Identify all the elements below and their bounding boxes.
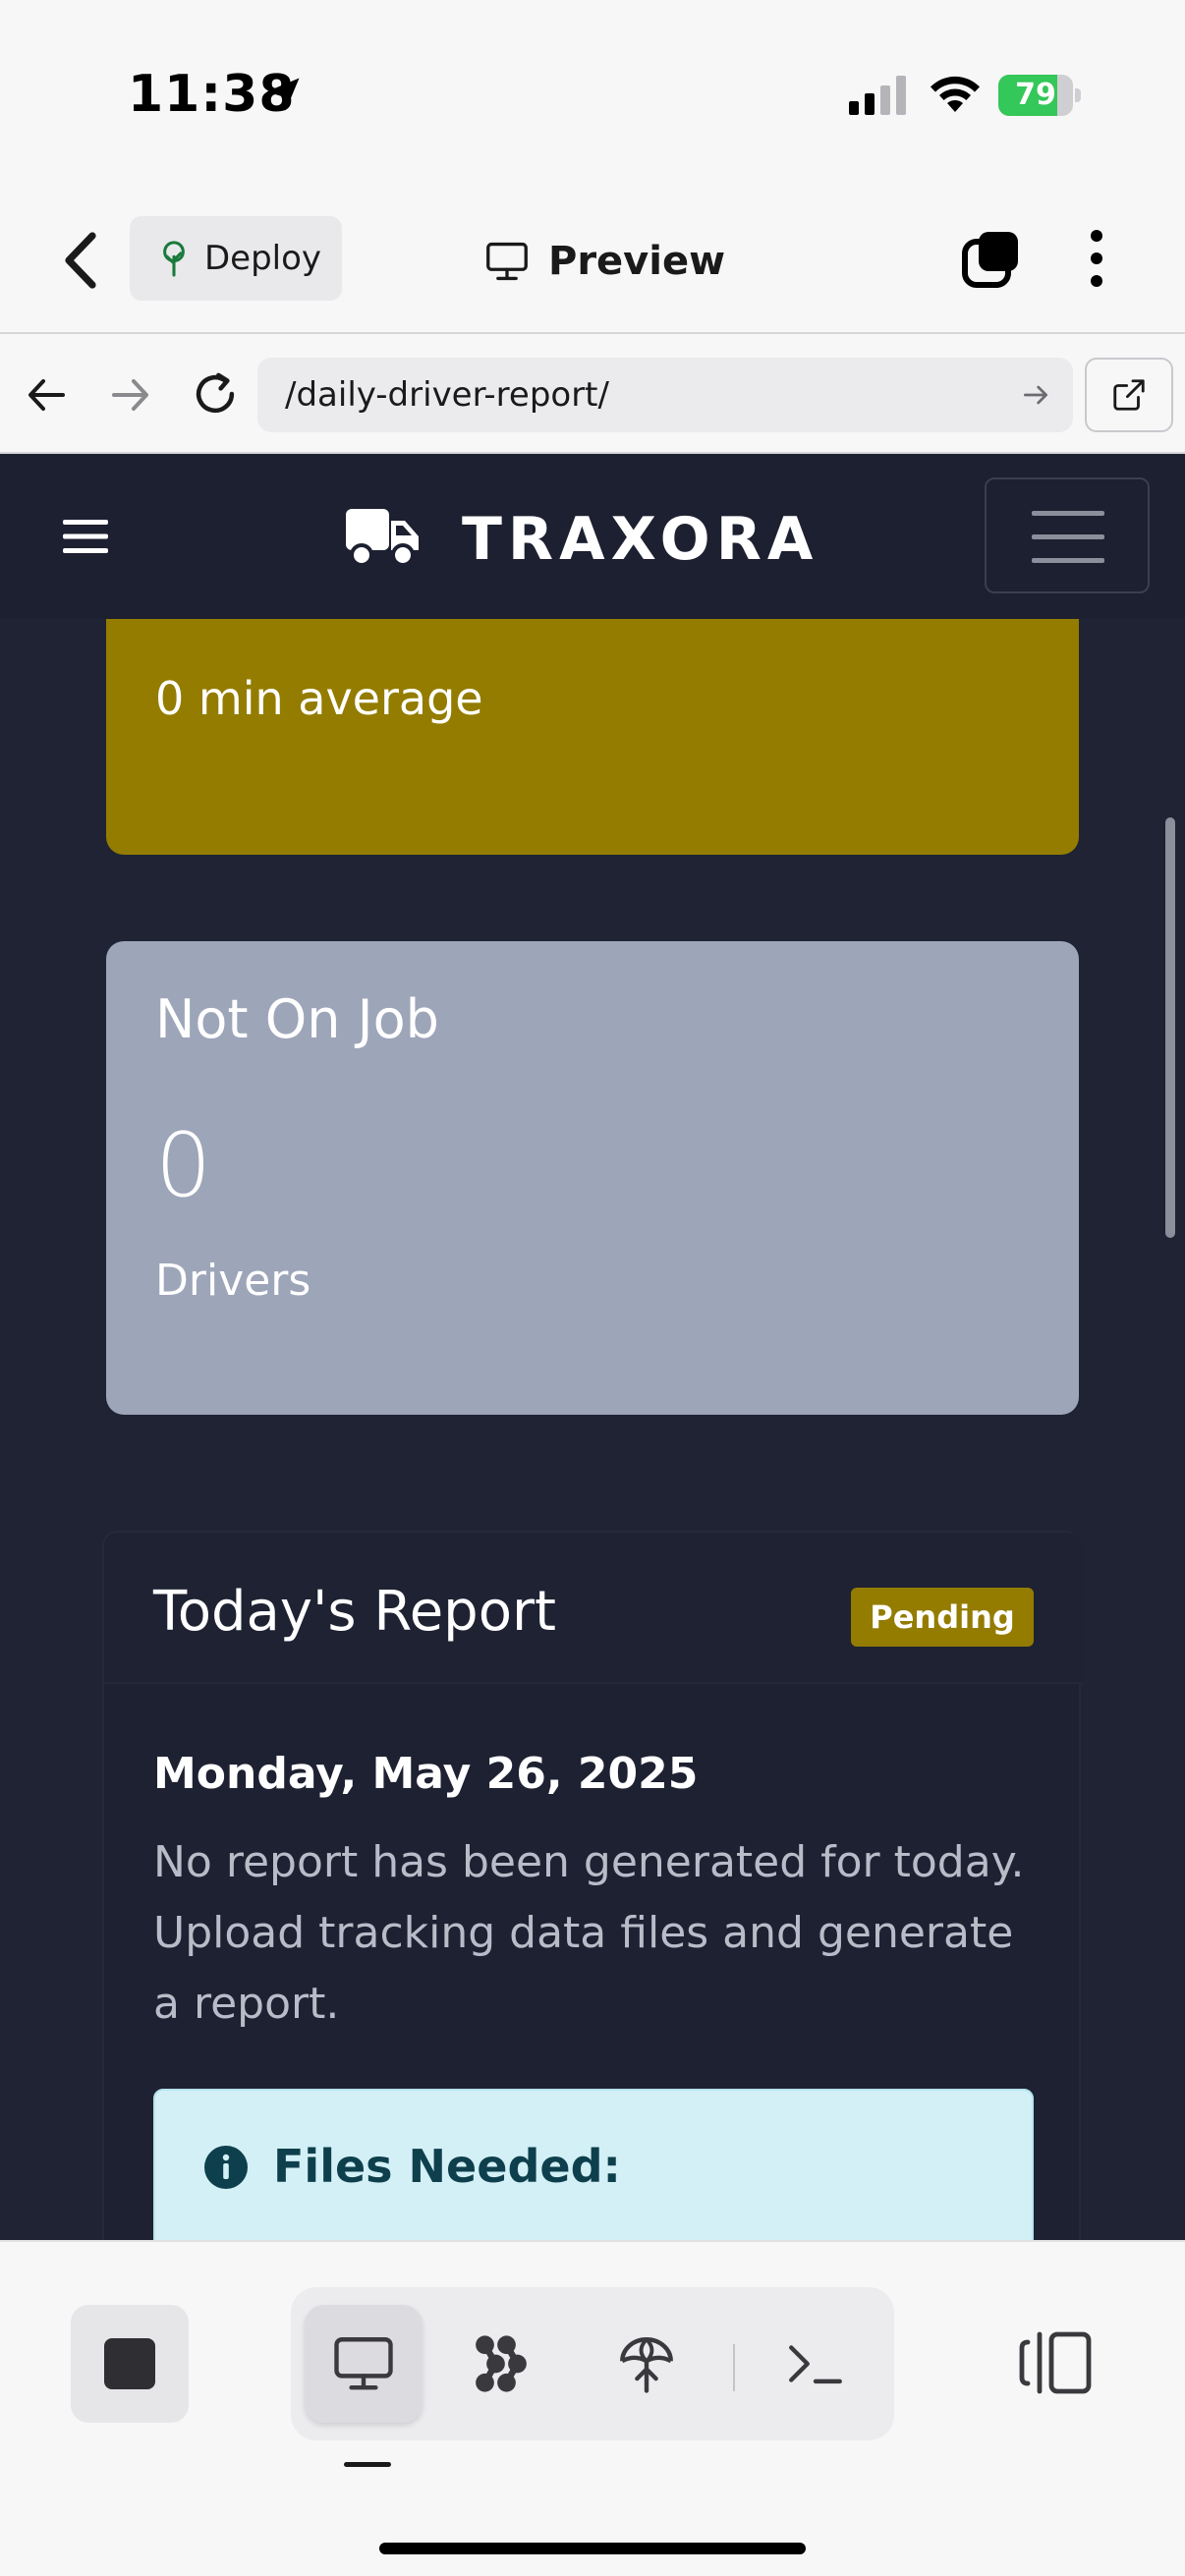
stat-subtitle: 0 min average <box>155 672 483 725</box>
site-navbar: TRAXORA <box>0 454 1185 619</box>
tabs-icon[interactable] <box>959 228 1022 291</box>
report-message: No report has been generated for today. … <box>153 1837 1025 2029</box>
external-link-icon <box>1113 379 1145 411</box>
stat-subtitle: Drivers <box>155 1256 311 1306</box>
app-bar: Deploy Preview <box>0 187 1185 334</box>
alert-title: Files Needed: <box>273 2140 621 2193</box>
stop-icon <box>104 2338 155 2389</box>
preview-title[interactable]: Preview <box>485 232 725 291</box>
url-text: /daily-driver-report/ <box>285 375 609 415</box>
more-vertical-icon[interactable] <box>1081 226 1112 291</box>
url-bar: /daily-driver-report/ <box>0 336 1185 454</box>
tree-icon <box>163 241 185 277</box>
stat-title: Not On Job <box>155 988 439 1050</box>
home-indicator <box>379 2543 806 2554</box>
arrow-right-icon[interactable] <box>106 371 153 419</box>
divider <box>733 2344 735 2391</box>
wifi-icon <box>931 76 980 112</box>
open-external-button[interactable] <box>1085 358 1173 432</box>
preview-label: Preview <box>548 239 726 284</box>
files-needed-alert: Files Needed: <box>153 2089 1034 2240</box>
report-date: Monday, May 26, 2025 <box>153 1749 699 1799</box>
url-input[interactable]: /daily-driver-report/ <box>257 358 1073 432</box>
reload-icon[interactable] <box>189 367 242 420</box>
shell-tab[interactable] <box>757 2305 875 2423</box>
truck-icon <box>346 509 419 567</box>
monitor-icon <box>334 2337 393 2390</box>
info-circle-icon <box>204 2146 248 2189</box>
deploy-icon <box>620 2337 673 2393</box>
stop-button[interactable] <box>71 2305 189 2423</box>
view-switcher <box>291 2287 894 2440</box>
todays-report-card: Today's Report Pending Monday, May 26, 2… <box>102 1531 1083 2240</box>
hamburger-icon[interactable] <box>63 517 108 556</box>
battery-percent: 79 <box>1015 78 1056 112</box>
cellular-signal-icon <box>849 76 906 115</box>
deploy-label: Deploy <box>204 239 322 278</box>
terminal-icon <box>789 2345 842 2384</box>
report-title: Today's Report <box>153 1580 556 1644</box>
arrow-left-icon[interactable] <box>24 371 71 419</box>
scrollbar-thumb[interactable] <box>1165 817 1175 1238</box>
battery-charging-icon: 79 <box>998 75 1081 116</box>
stat-card-not-on-job: Not On Job 0 Drivers <box>106 941 1079 1415</box>
web-content: TRAXORA 0 0 min average Not On Job 0 Dri… <box>0 454 1185 2240</box>
nodes-icon <box>476 2335 527 2392</box>
status-badge: Pending <box>851 1588 1034 1647</box>
deploy-button[interactable]: Deploy <box>130 216 342 301</box>
location-arrow-icon <box>266 78 300 111</box>
bottom-toolbar <box>0 2240 1185 2576</box>
side-panel-icon[interactable] <box>1018 2330 1093 2395</box>
chevron-left-icon[interactable] <box>59 228 102 293</box>
workflows-tab[interactable] <box>442 2305 560 2423</box>
status-bar: 11:38 79 <box>0 0 1185 187</box>
active-tab-indicator <box>344 2462 391 2467</box>
report-header: Today's Report Pending <box>104 1533 1083 1684</box>
monitor-icon <box>486 242 528 281</box>
arrow-right-icon[interactable] <box>1020 379 1051 411</box>
brand-name[interactable]: TRAXORA <box>462 505 818 574</box>
preview-tab[interactable] <box>305 2305 423 2423</box>
navbar-toggler[interactable] <box>985 477 1150 593</box>
stat-value: 0 <box>155 1114 212 1217</box>
deploy-tab[interactable] <box>588 2305 705 2423</box>
